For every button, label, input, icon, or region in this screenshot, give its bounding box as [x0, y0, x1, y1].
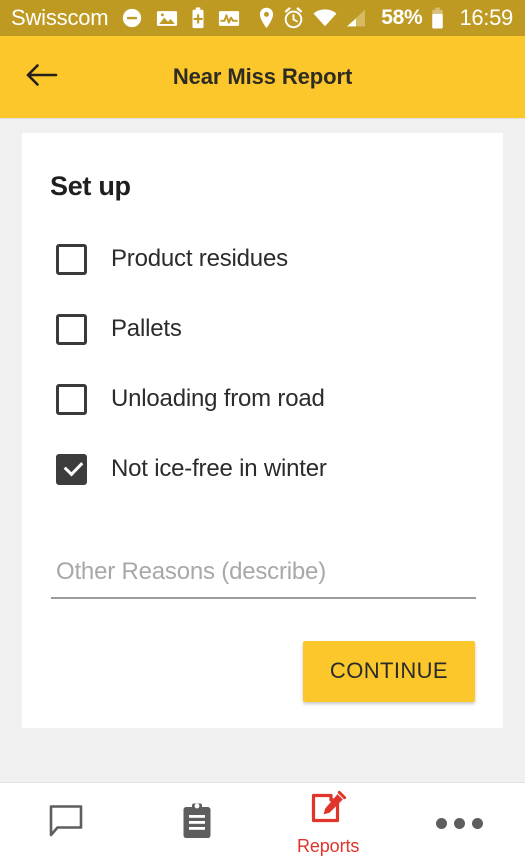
nav-item-chat[interactable] — [0, 783, 131, 863]
activity-pulse-icon — [218, 9, 240, 28]
battery-icon — [431, 7, 444, 29]
checkbox-unloading-from-road[interactable] — [56, 383, 87, 415]
cellular-signal-icon — [346, 9, 366, 27]
nav-item-reports[interactable]: Reports — [263, 783, 394, 863]
checkbox-label-pallets: Pallets — [111, 315, 182, 342]
checkbox-label-not-ice-free-in-winter: Not ice-free in winter — [111, 455, 327, 482]
continue-button[interactable]: CONTINUE — [302, 641, 475, 702]
checkbox-label-unloading-from-road: Unloading from road — [111, 385, 325, 412]
checkbox-row-not-ice-free-in-winter[interactable]: Not ice-free in winter — [48, 434, 477, 504]
bottom-navigation: Reports — [0, 782, 525, 863]
back-button[interactable] — [14, 49, 70, 105]
nav-item-more[interactable] — [394, 783, 525, 863]
continue-row: CONTINUE — [48, 641, 477, 702]
app-screen: Swisscom 58% 16:59 Near Miss Report Set … — [0, 0, 525, 863]
more-horizontal-icon — [435, 817, 483, 829]
status-icons-left — [121, 7, 240, 29]
do-not-disturb-icon — [121, 7, 143, 29]
checkbox-label-product-residues: Product residues — [111, 245, 288, 272]
page-title: Near Miss Report — [172, 64, 353, 89]
other-reasons-input[interactable] — [51, 558, 476, 599]
checkbox-row-unloading-from-road[interactable]: Unloading from road — [48, 364, 477, 434]
clock-label: 16:59 — [459, 5, 513, 30]
checkbox-pallets[interactable] — [56, 313, 87, 345]
battery-percent-label: 58% — [381, 6, 423, 29]
checkbox-not-ice-free-in-winter[interactable] — [56, 453, 87, 485]
carrier-label: Swisscom — [11, 5, 109, 30]
alarm-clock-icon — [283, 7, 304, 29]
image-icon — [156, 9, 178, 28]
chat-bubble-icon — [47, 804, 85, 843]
nav-label-reports: Reports — [296, 835, 360, 856]
status-bar: Swisscom 58% 16:59 — [0, 0, 525, 36]
checkbox-row-pallets[interactable]: Pallets — [48, 294, 477, 364]
status-icons-right: 58% 16:59 — [259, 5, 513, 31]
nav-item-tasks[interactable] — [131, 783, 262, 863]
wifi-icon — [313, 9, 337, 27]
app-bar: Near Miss Report — [0, 36, 525, 118]
location-pin-icon — [259, 7, 274, 29]
clipboard-icon — [181, 802, 213, 845]
checkbox-list: Product residues Pallets Unloading from … — [48, 224, 477, 504]
edit-document-icon — [309, 790, 347, 833]
arrow-left-icon — [26, 62, 58, 93]
checkbox-product-residues[interactable] — [56, 243, 87, 275]
setup-card: Set up Product residues Pallets Unloadin… — [22, 133, 503, 728]
other-reasons-field-wrapper — [51, 558, 476, 599]
battery-plus-icon — [191, 7, 205, 29]
checkbox-row-product-residues[interactable]: Product residues — [48, 224, 477, 294]
card-title: Set up — [50, 171, 131, 201]
content-area: Set up Product residues Pallets Unloadin… — [0, 118, 525, 782]
